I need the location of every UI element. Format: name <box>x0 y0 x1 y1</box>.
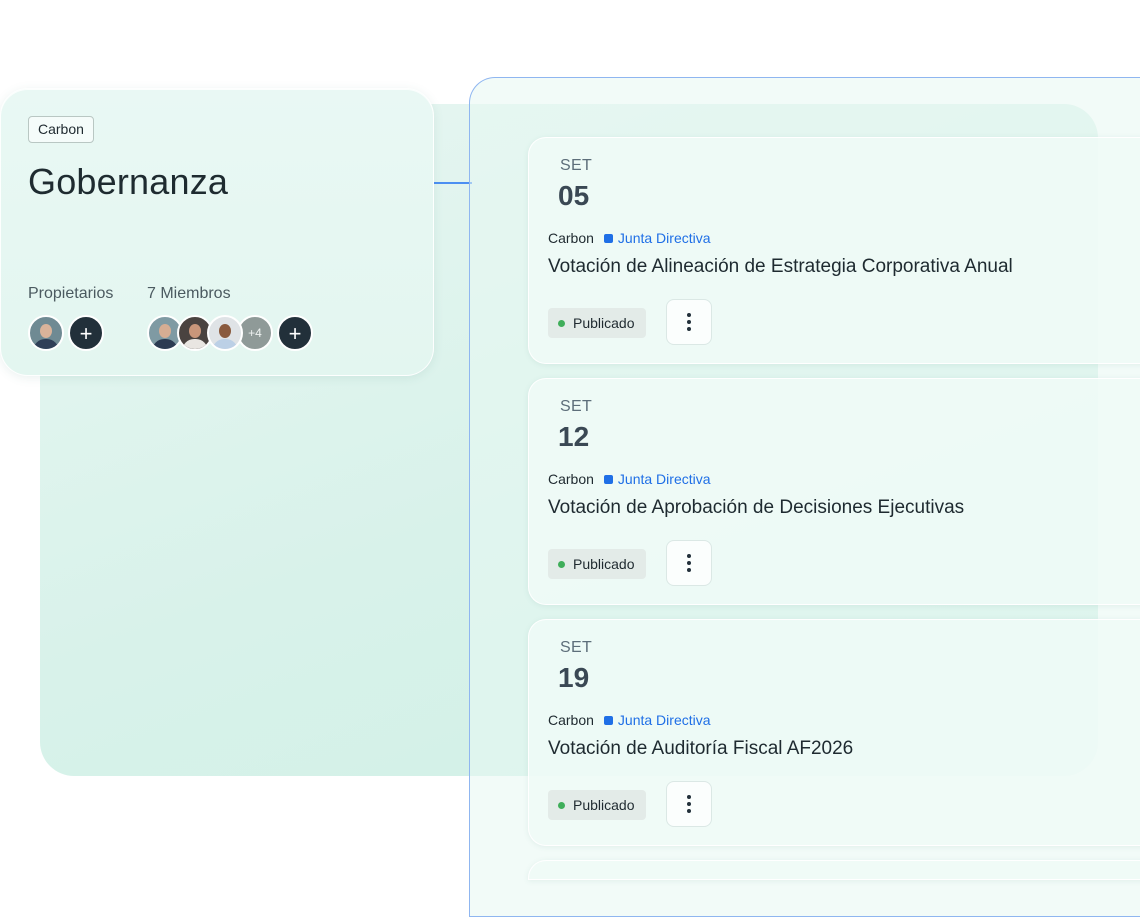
status-badge: Publicado <box>548 790 646 820</box>
event-card[interactable]: SET 12 Carbon Junta Directiva Votación d… <box>528 378 1140 605</box>
status-dot-icon <box>558 319 565 327</box>
event-title[interactable]: Votación de Aprobación de Decisiones Eje… <box>548 497 964 519</box>
group-title: Gobernanza <box>28 161 229 202</box>
event-card[interactable] <box>528 860 1140 880</box>
owners-label: Propietarios <box>28 285 114 302</box>
event-month: SET <box>560 398 593 415</box>
event-org: Carbon <box>548 230 594 246</box>
members-label: 7 Miembros <box>147 285 231 302</box>
plus-icon: + <box>79 321 93 346</box>
event-card[interactable]: SET 19 Carbon Junta Directiva Votación d… <box>528 619 1140 846</box>
avatar[interactable] <box>207 315 243 351</box>
members-avatars: +4 + <box>147 315 313 351</box>
status-dot-icon <box>558 801 565 809</box>
event-title[interactable]: Votación de Alineación de Estrategia Cor… <box>548 256 1013 278</box>
event-title[interactable]: Votación de Auditoría Fiscal AF2026 <box>548 738 853 760</box>
category-square-icon <box>603 233 613 243</box>
connector-line <box>432 182 472 184</box>
event-org: Carbon <box>548 471 594 487</box>
more-vertical-icon[interactable] <box>666 299 712 345</box>
status-badge: Publicado <box>548 308 646 338</box>
event-category[interactable]: Junta Directiva <box>618 471 711 487</box>
event-month: SET <box>560 157 593 174</box>
event-month: SET <box>560 639 593 656</box>
event-day: 19 <box>558 662 590 693</box>
event-meta: Carbon Junta Directiva <box>548 230 711 246</box>
category-square-icon <box>603 715 613 725</box>
more-vertical-icon[interactable] <box>666 781 712 827</box>
status-dot-icon <box>558 560 565 568</box>
more-vertical-icon[interactable] <box>666 540 712 586</box>
status-badge: Publicado <box>548 549 646 579</box>
add-owner-button[interactable]: + <box>68 315 104 351</box>
status-label: Publicado <box>573 797 635 813</box>
status-label: Publicado <box>573 556 635 572</box>
owners-avatars: + <box>28 315 104 351</box>
event-org: Carbon <box>548 712 594 728</box>
category-square-icon <box>603 474 613 484</box>
event-category[interactable]: Junta Directiva <box>618 712 711 728</box>
plus-icon: + <box>288 321 302 346</box>
event-meta: Carbon Junta Directiva <box>548 471 711 487</box>
event-category[interactable]: Junta Directiva <box>618 230 711 246</box>
event-meta: Carbon Junta Directiva <box>548 712 711 728</box>
org-tag[interactable]: Carbon <box>28 116 94 143</box>
event-card[interactable]: SET 05 Carbon Junta Directiva Votación d… <box>528 137 1140 364</box>
event-day: 05 <box>558 180 590 211</box>
add-member-button[interactable]: + <box>277 315 313 351</box>
status-label: Publicado <box>573 315 635 331</box>
event-day: 12 <box>558 421 590 452</box>
avatar[interactable] <box>28 315 64 351</box>
group-card: Carbon Gobernanza Propietarios 7 Miembro… <box>0 88 434 376</box>
